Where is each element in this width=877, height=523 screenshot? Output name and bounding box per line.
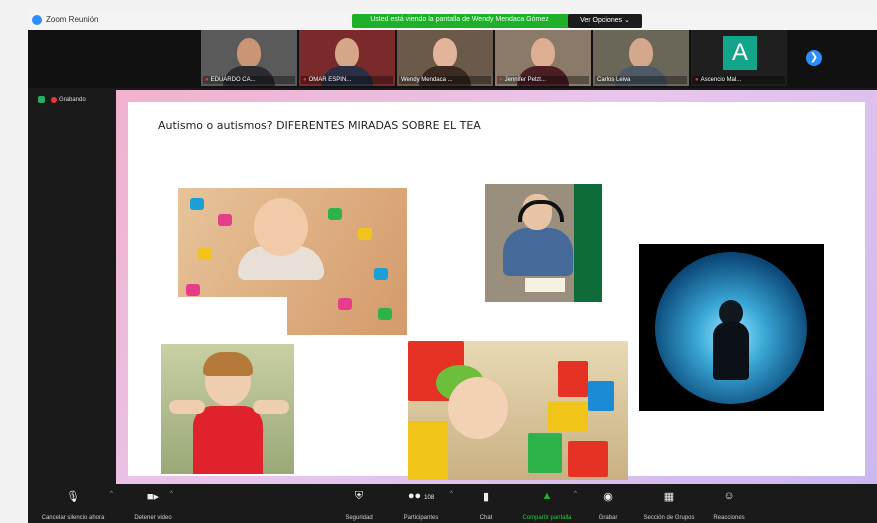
participant-video: [335, 38, 359, 68]
meeting-toolbar: 🎙 ^ Cancelar silencio ahora ■▸ ^ Detener…: [28, 484, 877, 523]
participant-gallery: ● EDUARDO CA... ● OMAR ESPIN... Wendy Mend…: [28, 30, 877, 88]
participant-video: [433, 38, 457, 68]
participant-tile[interactable]: ● OMAR ESPIN...: [299, 30, 395, 86]
teen-headphones-photo: [485, 184, 602, 302]
smiley-plus-icon: ☺: [723, 490, 735, 502]
participant-avatar: A: [723, 36, 757, 70]
view-options-button[interactable]: Ver Opciones ⌄: [568, 14, 642, 28]
participant-video: [531, 38, 555, 68]
child-covering-ears-photo: [161, 344, 294, 474]
window-title: Zoom Reunión: [46, 15, 99, 24]
participant-video: [237, 38, 261, 68]
participants-count: 108: [424, 495, 435, 501]
slide-title: Autismo o autismos? DIFERENTES MIRADAS S…: [158, 119, 481, 132]
zoom-logo-icon: [32, 15, 42, 25]
child-blocks-photo: [408, 341, 628, 480]
recording-indicator: Grabando: [38, 96, 86, 103]
stop-video-button[interactable]: ■▸ ^ Detener video: [108, 484, 198, 523]
muted-mic-icon: ●: [695, 77, 699, 83]
muted-mic-icon: ●: [205, 77, 209, 83]
unmute-label: Cancelar silencio ahora: [41, 515, 105, 521]
participant-name: ● OMAR ESPIN...: [301, 76, 393, 84]
muted-mic-icon: ●: [303, 77, 307, 83]
participant-tile[interactable]: ● EDUARDO CA...: [201, 30, 297, 86]
chevron-up-icon[interactable]: ^: [170, 491, 173, 497]
participant-tile[interactable]: A ● Ascencio Mal...: [691, 30, 787, 86]
participant-tile[interactable]: Carlos Leiva: [593, 30, 689, 86]
encryption-shield-icon[interactable]: [38, 96, 45, 103]
microphone-muted-icon: 🎙: [66, 491, 80, 503]
child-aquarium-photo: [639, 244, 824, 411]
screen-share-banner: Usted está viendo la pantalla de Wendy M…: [352, 14, 642, 28]
shared-slide: Autismo o autismos? DIFERENTES MIRADAS S…: [116, 90, 877, 487]
title-bar: Zoom Reunión Usted está viendo la pantal…: [28, 10, 877, 30]
share-banner-text: Usted está viendo la pantalla de Wendy M…: [370, 16, 549, 23]
reactions-button[interactable]: ☺ Reacciones: [684, 484, 774, 523]
chevron-right-icon: ❯: [809, 52, 819, 63]
stop-video-label: Detener video: [134, 515, 172, 521]
participant-tile[interactable]: Wendy Mendaca ...: [397, 30, 493, 86]
reactions-label: Reacciones: [713, 515, 745, 521]
recording-label: Grabando: [59, 97, 86, 104]
participant-name: ● EDUARDO CA...: [203, 76, 295, 84]
participant-name: Wendy Mendaca ...: [399, 76, 491, 84]
participant-name: ● Ascencio Mal...: [693, 76, 785, 84]
participant-tile[interactable]: ● Jennifer Pelzt...: [495, 30, 591, 86]
next-page-button[interactable]: ❯: [806, 50, 822, 66]
slide-content: Autismo o autismos? DIFERENTES MIRADAS S…: [128, 102, 865, 480]
muted-mic-icon: ●: [499, 77, 503, 83]
participant-name: ● Jennifer Pelzt...: [497, 76, 589, 84]
participant-video: [629, 38, 653, 68]
zoom-window: Zoom Reunión Usted está viendo la pantal…: [28, 10, 877, 523]
participant-name: Carlos Leiva: [595, 76, 687, 84]
recording-dot-icon: [51, 96, 57, 103]
unmute-button[interactable]: 🎙 ^ Cancelar silencio ahora: [28, 484, 118, 523]
boy-puzzle-photo: [178, 188, 407, 335]
video-camera-icon: ■▸: [146, 491, 160, 503]
